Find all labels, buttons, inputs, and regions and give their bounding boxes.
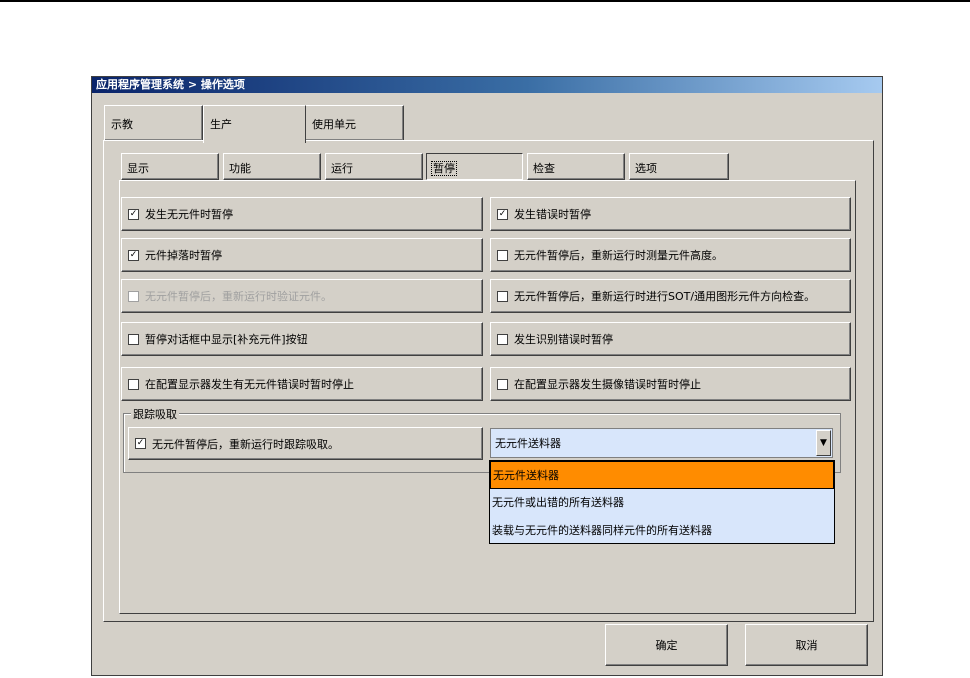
subtab-label: 功能: [229, 162, 251, 175]
tracking-group-title: 跟踪吸取: [131, 406, 179, 422]
option-pause-on-error[interactable]: ✓ 发生错误时暂停: [490, 197, 851, 231]
tab-label: 生产: [210, 118, 232, 131]
subtab-options[interactable]: 选项: [629, 153, 729, 180]
dropdown-option-all-error-feeders[interactable]: 无元件或出错的所有送料器: [490, 489, 834, 517]
option-sot-direction-check[interactable]: 无元件暂停后，重新运行时进行SOT/通用图形元件方向检查。: [490, 279, 851, 313]
tab-label: 使用单元: [312, 118, 356, 131]
option-stop-on-camera-error[interactable]: 在配置显示器发生摄像错误时暂时停止: [490, 367, 851, 401]
subtab-label: 检查: [533, 162, 555, 175]
option-stop-on-missing-error[interactable]: 在配置显示器发生有无元件错误时暂时停止: [121, 367, 483, 401]
subtab-function[interactable]: 功能: [223, 153, 321, 180]
checkbox-unchecked[interactable]: [128, 378, 139, 390]
checkbox-checked[interactable]: ✓: [497, 208, 508, 220]
option-label: 无元件暂停后，重新运行时跟踪吸取。: [152, 437, 339, 451]
ok-button[interactable]: 确定: [605, 624, 728, 666]
option-show-refill-button[interactable]: 暂停对话框中显示[补充元件]按钮: [121, 322, 483, 356]
option-label: 在配置显示器发生有无元件错误时暂时停止: [145, 378, 354, 391]
option-measure-height[interactable]: 无元件暂停后，重新运行时测量元件高度。: [490, 238, 851, 272]
option-verify-component: 无元件暂停后，重新运行时验证元件。: [121, 279, 483, 313]
subtab-label: 暂停: [431, 161, 457, 176]
feeder-select[interactable]: 无元件送料器 ▼: [490, 428, 833, 458]
option-label: 元件掉落时暂停: [145, 249, 222, 262]
option-label: 发生错误时暂停: [514, 208, 591, 221]
subtab-label: 选项: [635, 162, 657, 175]
page-top-rule: [0, 0, 970, 2]
subtab-check[interactable]: 检查: [527, 153, 625, 180]
window-title: 应用程序管理系统 > 操作选项: [92, 77, 882, 93]
checkbox-checked[interactable]: ✓: [128, 208, 139, 220]
checkbox-unchecked: [128, 290, 139, 302]
tab-production[interactable]: 生产: [203, 105, 306, 143]
option-label: 在配置显示器发生摄像错误时暂时停止: [514, 378, 701, 391]
subtab-label: 运行: [331, 162, 353, 175]
checkbox-unchecked[interactable]: [128, 333, 139, 345]
option-tracking-pickup[interactable]: ✓ 无元件暂停后，重新运行时跟踪吸取。: [128, 427, 483, 460]
option-pause-component-drop[interactable]: ✓ 元件掉落时暂停: [121, 238, 483, 272]
dropdown-option-no-component-feeder[interactable]: 无元件送料器: [490, 461, 834, 489]
tab-teach[interactable]: 示教: [104, 105, 203, 141]
checkbox-checked[interactable]: ✓: [135, 438, 146, 449]
dropdown-option-same-component-feeders[interactable]: 装载与无元件的送料器同样元件的所有送料器: [490, 517, 834, 545]
cancel-button-label: 取消: [795, 639, 818, 652]
option-label: 发生无元件时暂停: [145, 208, 233, 221]
option-label: 发生识别错误时暂停: [514, 333, 613, 346]
tab-use-unit[interactable]: 使用单元: [305, 105, 404, 141]
tab-label: 示教: [111, 118, 133, 131]
subtab-display[interactable]: 显示: [121, 153, 219, 180]
feeder-dropdown-list: 无元件送料器 无元件或出错的所有送料器 装载与无元件的送料器同样元件的所有送料器: [489, 460, 835, 544]
feeder-select-value: 无元件送料器: [495, 437, 561, 450]
option-pause-no-component[interactable]: ✓ 发生无元件时暂停: [121, 197, 483, 231]
chevron-down-icon[interactable]: ▼: [816, 430, 831, 456]
option-label: 暂停对话框中显示[补充元件]按钮: [145, 333, 308, 346]
option-label: 无元件暂停后，重新运行时测量元件高度。: [514, 249, 723, 262]
subtab-pause[interactable]: 暂停: [426, 153, 523, 180]
option-pause-recognition-error[interactable]: 发生识别错误时暂停: [490, 322, 851, 356]
option-label: 无元件暂停后，重新运行时验证元件。: [145, 290, 332, 303]
subtab-label: 显示: [127, 162, 149, 175]
checkbox-unchecked[interactable]: [497, 378, 508, 390]
cancel-button[interactable]: 取消: [745, 624, 868, 666]
subtab-run[interactable]: 运行: [325, 153, 423, 180]
option-label: 无元件暂停后，重新运行时进行SOT/通用图形元件方向检查。: [514, 290, 816, 303]
checkbox-checked[interactable]: ✓: [128, 249, 139, 261]
ok-button-label: 确定: [655, 639, 678, 652]
checkbox-unchecked[interactable]: [497, 249, 508, 261]
checkbox-unchecked[interactable]: [497, 333, 508, 345]
checkbox-unchecked[interactable]: [497, 290, 508, 302]
